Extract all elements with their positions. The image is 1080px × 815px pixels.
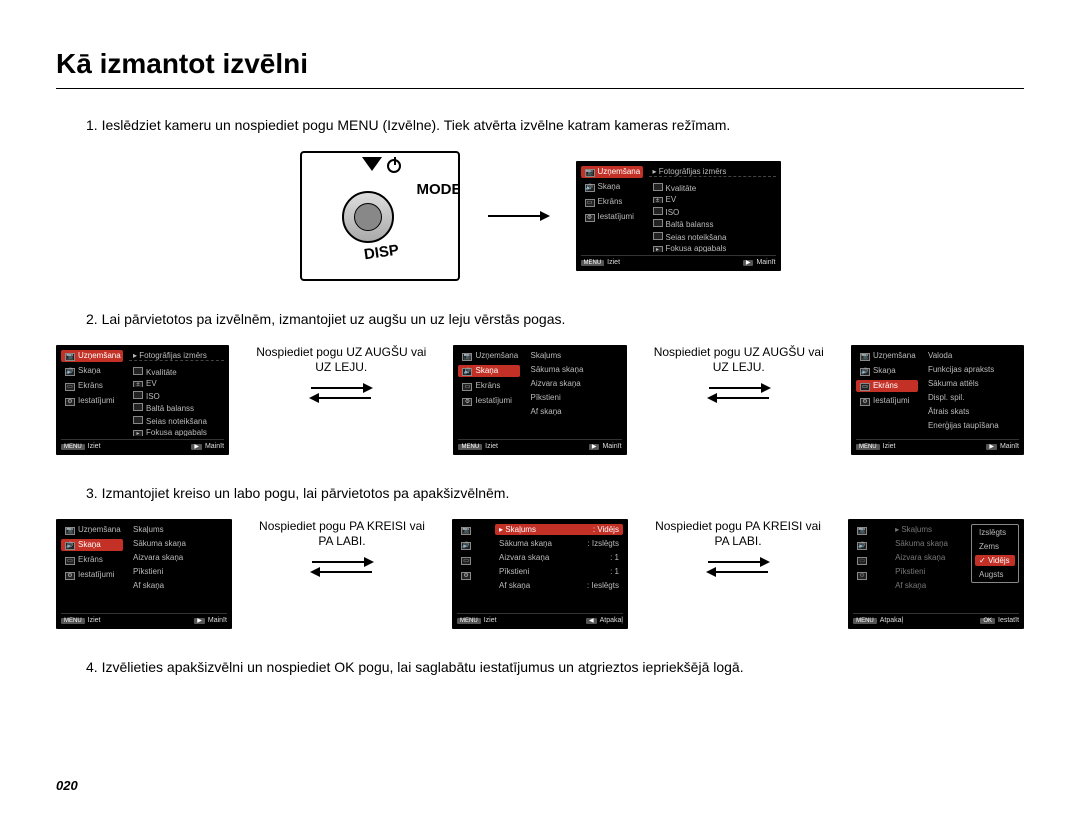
- tab-skana[interactable]: 🔊Skaņa: [581, 181, 643, 193]
- arrow-left-icon: [709, 397, 769, 399]
- arrow-caption-updown-2: Nospiediet pogu UZ AUGŠU vai UZ LEJU.: [645, 345, 833, 375]
- page-number: 020: [56, 778, 78, 793]
- menu-screen-skana-options: 📷 🔊 ▭ ⚙ ▸ Skaļums Sākuma skaņa Aizvara s…: [848, 519, 1024, 629]
- arrow-left-icon: [708, 571, 768, 573]
- opt-videjs[interactable]: ✓ Vidējs: [975, 555, 1015, 566]
- power-icon: [387, 159, 401, 173]
- arrow-caption-leftright-2: Nospiediet pogu PA KREISI vai PA LABI.: [646, 519, 830, 549]
- row-3: 📷Uzņemšana 🔊Skaņa ▭Ekrāns ⚙Iestatījumi S…: [56, 519, 1024, 629]
- camera-diagram: MODE DISP: [300, 151, 460, 281]
- arrow-connector: [488, 215, 548, 217]
- step-2: 2. Lai pārvietotos pa izvēlnēm, izmantoj…: [86, 311, 1024, 327]
- opt-fokusa: ▸Fokusa apgabals: [649, 243, 776, 252]
- tab-ekrans[interactable]: ▭Ekrāns: [581, 196, 643, 208]
- menu-button[interactable]: [342, 191, 394, 243]
- row-2: 📷Uzņemšana 🔊Skaņa ▭Ekrāns ⚙Iestatījumi ▸…: [56, 345, 1024, 455]
- arrow-left-icon: [311, 397, 371, 399]
- tab-iestatijumi[interactable]: ⚙Iestatījumi: [581, 211, 643, 223]
- opt-foto-izmers: ▸ Fotogrāfijas izmērs: [649, 166, 776, 177]
- row-1: MODE DISP 📷Uzņemšana 🔊Skaņa ▭Ekrāns ⚙Ies…: [56, 151, 1024, 281]
- opt-ev: ±EV: [649, 194, 776, 203]
- menu-screen-uznemsana-2: 📷Uzņemšana 🔊Skaņa ▭Ekrāns ⚙Iestatījumi ▸…: [56, 345, 229, 455]
- footer-bar: MENUIziet ▶Mainīt: [581, 255, 776, 266]
- opt-kvalitate: Kvalitāte: [649, 182, 776, 191]
- page-title: Kā izmantot izvēlni: [56, 48, 1024, 89]
- opt-augsts[interactable]: Augsts: [975, 569, 1015, 580]
- step-3: 3. Izmantojiet kreiso un labo pogu, lai …: [86, 485, 1024, 501]
- mode-label: MODE: [417, 181, 460, 198]
- disp-label: DISP: [362, 242, 399, 264]
- arrow-caption-leftright: Nospiediet pogu PA KREISI vai PA LABI.: [250, 519, 434, 549]
- menu-screen-skana-detail-2: 📷 🔊 ▭ ⚙ ▸ Skaļums: Vidējs Sākuma skaņa: …: [452, 519, 628, 629]
- opt-iso: ISO: [649, 206, 776, 215]
- opt-sejas: Sejas noteikšana: [649, 231, 776, 240]
- tab-uznemsana[interactable]: 📷Uzņemšana: [581, 166, 643, 178]
- opt-zems[interactable]: Zems: [975, 541, 1015, 552]
- step-1: 1. Ieslēdziet kameru un nospiediet pogu …: [86, 117, 1024, 133]
- arrow-left-icon: [312, 571, 372, 573]
- menu-screen-ekrans: 📷Uzņemšana 🔊Skaņa ▭Ekrāns ⚙Iestatījumi V…: [851, 345, 1024, 455]
- step-4: 4. Izvēlieties apakšizvēlni un nospiedie…: [86, 659, 1024, 675]
- menu-screen-skana: 📷Uzņemšana 🔊Skaņa ▭Ekrāns ⚙Iestatījumi S…: [453, 345, 626, 455]
- arrow-right-icon: [709, 387, 769, 389]
- arrow-caption-updown: Nospiediet pogu UZ AUGŠU vai UZ LEJU.: [247, 345, 435, 375]
- arrow-right-icon: [488, 215, 548, 217]
- arrow-down-icon: [362, 157, 382, 171]
- arrow-right-icon: [311, 387, 371, 389]
- menu-screen-skana-detail-1: 📷Uzņemšana 🔊Skaņa ▭Ekrāns ⚙Iestatījumi S…: [56, 519, 232, 629]
- opt-izslegts[interactable]: Izslēgts: [975, 527, 1015, 538]
- menu-screen-uznemsana: 📷Uzņemšana 🔊Skaņa ▭Ekrāns ⚙Iestatījumi ▸…: [576, 161, 781, 271]
- arrow-right-icon: [312, 561, 372, 563]
- arrow-right-icon: [708, 561, 768, 563]
- opt-balta-balanss: Baltā balanss: [649, 218, 776, 227]
